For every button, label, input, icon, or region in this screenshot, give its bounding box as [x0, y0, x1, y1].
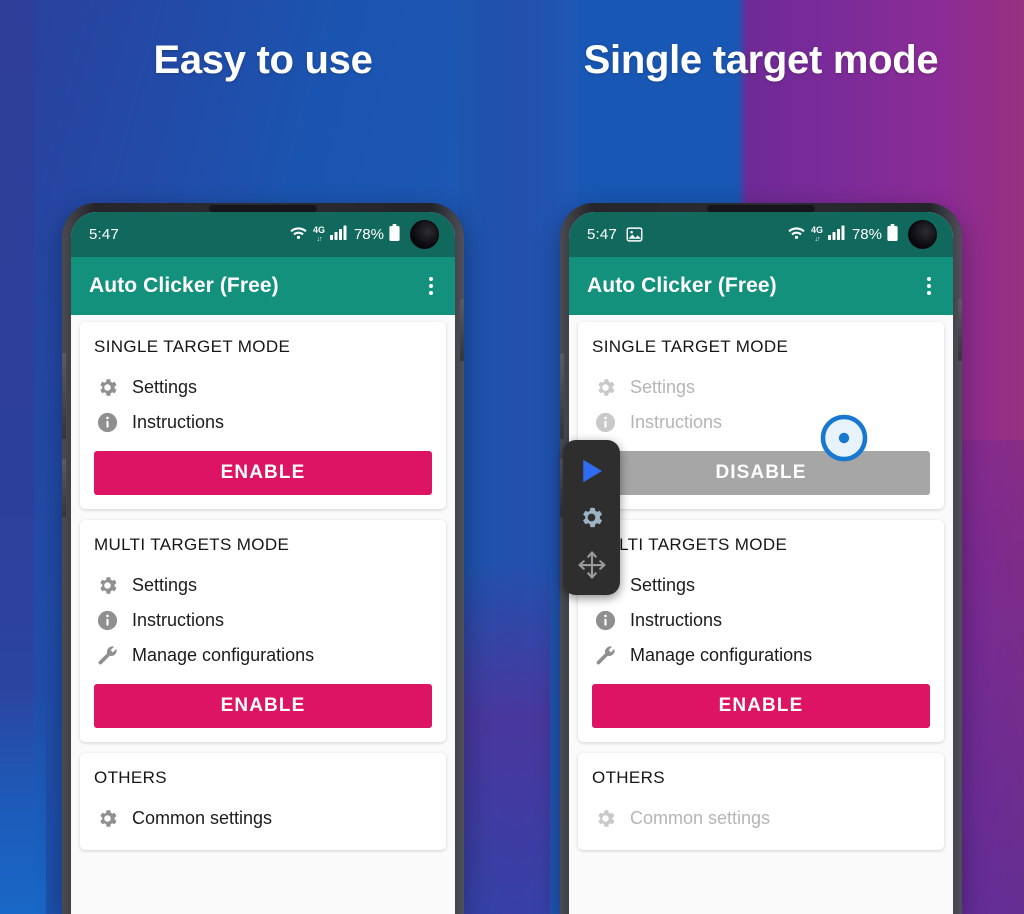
screenshot-stage: Easy to use Single target mode 5:47 4G ↓↑ 7… [0, 0, 1024, 914]
list-item-label: Manage configurations [630, 645, 813, 665]
battery-icon [887, 224, 898, 245]
card-title: MULTI TARGETS MODE [592, 535, 788, 554]
gear-icon [96, 574, 119, 597]
enable-button[interactable]: ENABLE [94, 451, 432, 495]
card-2: MULTI TARGETS MODE Settings Instructions Ma… [80, 520, 446, 742]
enable-button[interactable]: ENABLE [94, 684, 432, 728]
overflow-menu-icon[interactable] [919, 271, 939, 301]
list-item-label: Settings [132, 575, 198, 595]
background-left-corner-glow [0, 690, 46, 914]
list-item: Common settings [592, 801, 930, 836]
gear-icon[interactable] [572, 498, 612, 538]
phone-screen-right: 5:47 4G ↓↑ 78% Auto Clicker (Free) SINGLE TAR… [569, 212, 953, 914]
floating-control-panel[interactable] [563, 440, 620, 595]
list-item-label: Settings [630, 377, 696, 397]
status-bar: 5:47 4G ↓↑ 78% [569, 212, 953, 257]
list-item-label: Common settings [630, 808, 771, 828]
list-item-label: Instructions [630, 412, 723, 432]
power-button[interactable] [460, 299, 464, 361]
status-time: 5:47 [89, 226, 119, 243]
status-bar: 5:47 4G ↓↑ 78% [71, 212, 455, 257]
list-item-label: Settings [630, 575, 696, 595]
status-time: 5:47 [587, 226, 617, 243]
info-icon [96, 411, 119, 434]
4g-icon: 4G ↓↑ [312, 224, 325, 243]
list-item: Settings [592, 370, 930, 405]
move-icon[interactable] [572, 545, 612, 585]
wifi-icon [787, 225, 806, 244]
list-item-label: Settings [132, 377, 198, 397]
wrench-icon [594, 644, 617, 667]
battery-percent: 78% [851, 226, 882, 243]
app-bar: Auto Clicker (Free) [569, 257, 953, 315]
list-item-label: Instructions [132, 412, 225, 432]
card-title: MULTI TARGETS MODE [94, 535, 290, 554]
screen-content: SINGLE TARGET MODE Settings Instructions DI… [569, 315, 953, 914]
list-item[interactable]: Settings [94, 568, 432, 603]
list-item[interactable]: Instructions [94, 603, 432, 638]
wifi-icon [289, 225, 308, 244]
image-icon [626, 226, 643, 243]
battery-percent: 78% [353, 226, 384, 243]
list-item[interactable]: Manage configurations [94, 638, 432, 673]
card-title: OTHERS [592, 768, 665, 787]
heading-left: Easy to use [153, 38, 373, 82]
list-item[interactable]: Instructions [94, 405, 432, 440]
info-icon [594, 609, 617, 632]
card-title: OTHERS [94, 768, 167, 787]
status-icons: 4G ↓↑ 78% [289, 224, 400, 245]
card-1: SINGLE TARGET MODE Settings Instructions DI… [578, 322, 944, 509]
status-icons: 4G ↓↑ 78% [787, 224, 898, 245]
info-icon [594, 411, 617, 434]
info-icon [96, 609, 119, 632]
card-1: SINGLE TARGET MODE Settings Instructions EN… [80, 322, 446, 509]
card-3: OTHERS Common settings [80, 753, 446, 850]
phone-screen-left: 5:47 4G ↓↑ 78% Auto Clicker (Free) SINGLE TAR… [71, 212, 455, 914]
card-title: SINGLE TARGET MODE [592, 337, 789, 356]
list-item: Instructions [592, 405, 930, 440]
list-item-label: Instructions [132, 610, 225, 630]
app-title: Auto Clicker (Free) [587, 274, 777, 297]
list-item[interactable]: Common settings [94, 801, 432, 836]
list-item[interactable]: Settings [592, 568, 930, 603]
earpiece-speaker [707, 205, 815, 212]
list-item-label: Common settings [132, 808, 273, 828]
earpiece-speaker [209, 205, 317, 212]
card-2: MULTI TARGETS MODE Settings Instructions Ma… [578, 520, 944, 742]
heading-right: Single target mode [583, 38, 939, 82]
battery-icon [389, 224, 400, 245]
volume-button[interactable] [62, 353, 66, 439]
front-camera-cutout [908, 220, 937, 249]
phone-frame-left: 5:47 4G ↓↑ 78% Auto Clicker (Free) SINGLE TAR… [62, 203, 464, 914]
bixby-button[interactable] [62, 459, 66, 517]
list-item[interactable]: Instructions [592, 603, 930, 638]
power-button[interactable] [958, 299, 962, 361]
gear-icon [594, 807, 617, 830]
play-icon[interactable] [572, 451, 612, 491]
volume-button[interactable] [560, 353, 564, 439]
gear-icon [594, 376, 617, 399]
app-bar: Auto Clicker (Free) [71, 257, 455, 315]
list-item[interactable]: Manage configurations [592, 638, 930, 673]
signal-icon [329, 225, 348, 244]
phone-frame-right: 5:47 4G ↓↑ 78% Auto Clicker (Free) SINGLE TAR… [560, 203, 962, 914]
list-item[interactable]: Settings [94, 370, 432, 405]
card-3: OTHERS Common settings [578, 753, 944, 850]
list-item-label: Instructions [630, 610, 723, 630]
click-target-icon[interactable] [818, 412, 870, 464]
list-item-label: Manage configurations [132, 645, 315, 665]
gear-icon [96, 376, 119, 399]
enable-button[interactable]: ENABLE [592, 684, 930, 728]
wrench-icon [96, 644, 119, 667]
overflow-menu-icon[interactable] [421, 271, 441, 301]
screen-content: SINGLE TARGET MODE Settings Instructions EN… [71, 315, 455, 914]
app-title: Auto Clicker (Free) [89, 274, 279, 297]
disable-button[interactable]: DISABLE [592, 451, 930, 495]
front-camera-cutout [410, 220, 439, 249]
signal-icon [827, 225, 846, 244]
4g-icon: 4G ↓↑ [810, 224, 823, 243]
gear-icon [96, 807, 119, 830]
card-title: SINGLE TARGET MODE [94, 337, 291, 356]
